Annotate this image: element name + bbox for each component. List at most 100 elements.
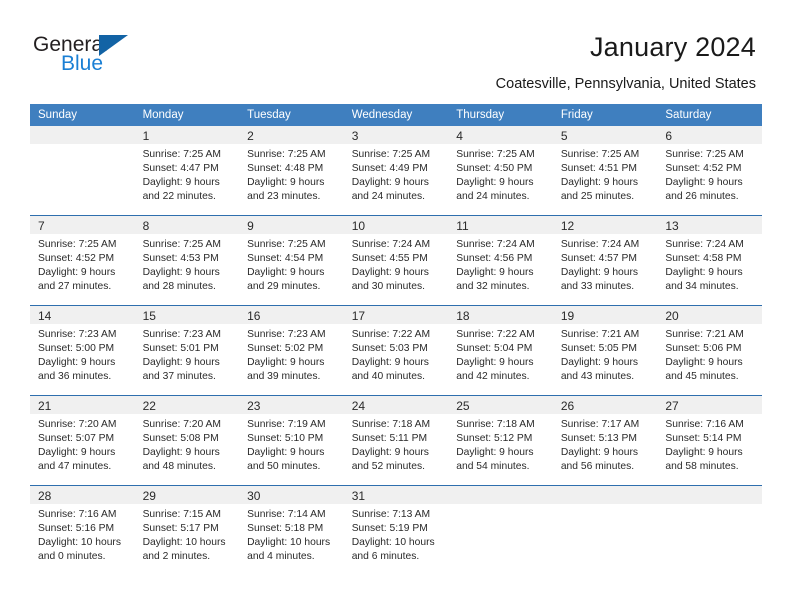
day-info-line: Daylight: 10 hours — [38, 537, 121, 549]
day-sun-info: Sunrise: 7:25 AM Sunset: 4:54 PM Daylight:… — [239, 234, 344, 294]
day-sun-info — [657, 504, 762, 508]
calendar-day-cell[interactable]: 29 Sunrise: 7:15 AM Sunset: 5:17 PM Dayligh… — [134, 485, 240, 575]
calendar-day-cell[interactable]: 30 Sunrise: 7:14 AM Sunset: 5:18 PM Dayligh… — [239, 485, 344, 575]
day-info-line: Sunset: 5:18 PM — [247, 523, 324, 535]
calendar-day-cell[interactable]: 22 Sunrise: 7:20 AM Sunset: 5:08 PM Dayligh… — [134, 395, 240, 486]
day-number: 15 — [142, 309, 156, 323]
day-info-line: Sunrise: 7:20 AM — [142, 419, 221, 430]
day-info-line: and 50 minutes. — [247, 461, 321, 473]
day-number-band: 22 — [134, 396, 240, 414]
day-info-line: and 45 minutes. — [665, 371, 739, 383]
day-number-band: 27 — [657, 396, 762, 414]
day-info-line: Sunset: 4:48 PM — [247, 163, 324, 175]
day-number: 24 — [351, 399, 366, 413]
day-info-line: Sunrise: 7:18 AM — [456, 419, 535, 430]
day-info-line: Daylight: 9 hours — [142, 267, 220, 279]
day-info-line: Daylight: 9 hours — [142, 177, 220, 189]
calendar-day-cell[interactable]: 20 Sunrise: 7:21 AM Sunset: 5:06 PM Dayligh… — [657, 305, 762, 396]
calendar-day-cell[interactable]: 10 Sunrise: 7:24 AM Sunset: 4:55 PM Dayligh… — [343, 215, 449, 306]
day-number-band: 1 — [134, 126, 240, 144]
calendar-day-cell[interactable]: 14 Sunrise: 7:23 AM Sunset: 5:00 PM Dayligh… — [30, 305, 135, 396]
day-sun-info: Sunrise: 7:24 AM Sunset: 4:55 PM Daylight:… — [344, 234, 449, 294]
calendar-day-cell[interactable]: 6 Sunrise: 7:25 AM Sunset: 4:52 PM Daylight… — [657, 126, 762, 216]
day-info-line: Daylight: 9 hours — [456, 267, 534, 279]
day-number-band: 26 — [552, 396, 658, 414]
calendar-week-row: 21 Sunrise: 7:20 AM Sunset: 5:07 PM Dayligh… — [30, 395, 762, 486]
day-cell-content: 11 Sunrise: 7:24 AM Sunset: 4:56 PM Dayligh… — [448, 216, 553, 305]
calendar-day-cell[interactable]: 21 Sunrise: 7:20 AM Sunset: 5:07 PM Dayligh… — [30, 395, 135, 486]
weekday-header-sunday: Sunday — [30, 104, 135, 126]
day-info-line: Daylight: 9 hours — [456, 357, 534, 369]
day-sun-info: Sunrise: 7:24 AM Sunset: 4:56 PM Daylight:… — [448, 234, 553, 294]
day-info-line: Sunrise: 7:14 AM — [247, 509, 326, 520]
calendar-day-cell[interactable]: 15 Sunrise: 7:23 AM Sunset: 5:01 PM Dayligh… — [134, 305, 240, 396]
weekday-header-thursday: Thursday — [448, 104, 553, 126]
location-subtitle: Coatesville, Pennsylvania, United States — [495, 76, 756, 92]
day-info-line: Daylight: 9 hours — [665, 357, 743, 369]
calendar-day-cell[interactable]: 24 Sunrise: 7:18 AM Sunset: 5:11 PM Dayligh… — [343, 395, 449, 486]
day-number: 3 — [351, 129, 359, 143]
page-header: General Blue January 2024 Coatesville, P… — [0, 0, 792, 100]
calendar-day-cell[interactable]: 3 Sunrise: 7:25 AM Sunset: 4:49 PM Daylight… — [343, 126, 449, 216]
calendar-day-cell[interactable]: 31 Sunrise: 7:13 AM Sunset: 5:19 PM Dayligh… — [343, 485, 449, 575]
day-number-band: 17 — [343, 306, 449, 324]
calendar-day-cell[interactable]: 7 Sunrise: 7:25 AM Sunset: 4:52 PM Daylight… — [30, 215, 135, 306]
day-cell-content: 4 Sunrise: 7:25 AM Sunset: 4:50 PM Daylight… — [448, 126, 553, 215]
day-sun-info: Sunrise: 7:18 AM Sunset: 5:12 PM Daylight:… — [448, 414, 553, 474]
day-number: 21 — [38, 399, 52, 413]
calendar-day-cell[interactable]: 18 Sunrise: 7:22 AM Sunset: 5:04 PM Dayligh… — [448, 305, 553, 396]
day-cell-content: 5 Sunrise: 7:25 AM Sunset: 4:51 PM Daylight… — [552, 126, 658, 215]
day-sun-info: Sunrise: 7:16 AM Sunset: 5:16 PM Daylight:… — [30, 504, 135, 564]
calendar-day-cell[interactable]: 23 Sunrise: 7:19 AM Sunset: 5:10 PM Dayligh… — [239, 395, 344, 486]
calendar-day-cell[interactable]: 1 Sunrise: 7:25 AM Sunset: 4:47 PM Daylight… — [134, 126, 240, 216]
day-info-line: Sunrise: 7:24 AM — [560, 239, 640, 250]
day-info-line: Daylight: 10 hours — [351, 537, 435, 549]
day-sun-info: Sunrise: 7:25 AM Sunset: 4:53 PM Daylight:… — [135, 234, 240, 294]
calendar-day-cell[interactable]: 28 Sunrise: 7:16 AM Sunset: 5:16 PM Dayligh… — [30, 485, 135, 575]
day-info-line: Daylight: 9 hours — [247, 177, 325, 189]
calendar-day-cell[interactable]: 4 Sunrise: 7:25 AM Sunset: 4:50 PM Daylight… — [448, 126, 553, 216]
day-info-line: Sunrise: 7:25 AM — [38, 239, 117, 250]
calendar-day-cell-empty — [657, 485, 762, 575]
day-number-band: 10 — [343, 216, 449, 234]
day-info-line: and 47 minutes. — [38, 461, 112, 473]
day-info-line: and 0 minutes. — [38, 551, 106, 563]
calendar-day-cell[interactable]: 19 Sunrise: 7:21 AM Sunset: 5:05 PM Dayligh… — [552, 305, 658, 396]
day-info-line: and 29 minutes. — [247, 281, 321, 293]
day-info-line: Daylight: 9 hours — [351, 267, 429, 279]
day-info-line: Daylight: 9 hours — [456, 447, 534, 459]
calendar-day-cell[interactable]: 2 Sunrise: 7:25 AM Sunset: 4:48 PM Daylight… — [239, 126, 344, 216]
day-sun-info — [30, 144, 135, 148]
day-sun-info: Sunrise: 7:25 AM Sunset: 4:52 PM Daylight:… — [30, 234, 135, 294]
day-info-line: Sunset: 5:17 PM — [142, 523, 219, 535]
weekday-header-friday: Friday — [552, 104, 658, 126]
calendar-week-row: 28 Sunrise: 7:16 AM Sunset: 5:16 PM Dayligh… — [30, 485, 762, 575]
day-sun-info: Sunrise: 7:23 AM Sunset: 5:02 PM Daylight:… — [239, 324, 344, 384]
calendar-day-cell[interactable]: 25 Sunrise: 7:18 AM Sunset: 5:12 PM Dayligh… — [448, 395, 553, 486]
calendar-day-cell[interactable]: 27 Sunrise: 7:16 AM Sunset: 5:14 PM Dayligh… — [657, 395, 762, 486]
day-info-line: and 6 minutes. — [351, 551, 420, 563]
calendar-day-cell[interactable]: 17 Sunrise: 7:22 AM Sunset: 5:03 PM Dayligh… — [343, 305, 449, 396]
day-info-line: Sunset: 4:47 PM — [142, 163, 219, 175]
calendar-day-cell[interactable]: 26 Sunrise: 7:17 AM Sunset: 5:13 PM Dayligh… — [552, 395, 658, 486]
day-info-line: Sunset: 4:57 PM — [560, 253, 637, 265]
calendar-day-cell[interactable]: 13 Sunrise: 7:24 AM Sunset: 4:58 PM Dayligh… — [657, 215, 762, 306]
calendar-day-cell[interactable]: 16 Sunrise: 7:23 AM Sunset: 5:02 PM Dayligh… — [239, 305, 344, 396]
day-sun-info: Sunrise: 7:22 AM Sunset: 5:03 PM Daylight:… — [344, 324, 449, 384]
day-info-line: Sunrise: 7:20 AM — [38, 419, 117, 430]
calendar-day-cell[interactable]: 11 Sunrise: 7:24 AM Sunset: 4:56 PM Dayligh… — [448, 215, 553, 306]
calendar-day-cell-empty — [552, 485, 658, 575]
day-info-line: Sunset: 5:02 PM — [247, 343, 324, 355]
day-info-line: Sunrise: 7:19 AM — [247, 419, 326, 430]
day-number: 8 — [142, 219, 150, 233]
calendar-day-cell[interactable]: 8 Sunrise: 7:25 AM Sunset: 4:53 PM Daylight… — [134, 215, 240, 306]
calendar-day-cell[interactable]: 9 Sunrise: 7:25 AM Sunset: 4:54 PM Daylight… — [239, 215, 344, 306]
calendar-day-cell[interactable]: 12 Sunrise: 7:24 AM Sunset: 4:57 PM Dayligh… — [552, 215, 658, 306]
day-info-line: Sunset: 5:04 PM — [456, 343, 533, 355]
day-info-line: and 26 minutes. — [665, 191, 739, 203]
day-number-band: 16 — [239, 306, 344, 324]
day-info-line: Sunset: 5:11 PM — [351, 433, 428, 445]
calendar-day-cell[interactable]: 5 Sunrise: 7:25 AM Sunset: 4:51 PM Daylight… — [552, 126, 658, 216]
page-title: January 2024 — [589, 32, 756, 62]
day-info-line: Sunset: 5:01 PM — [142, 343, 219, 355]
